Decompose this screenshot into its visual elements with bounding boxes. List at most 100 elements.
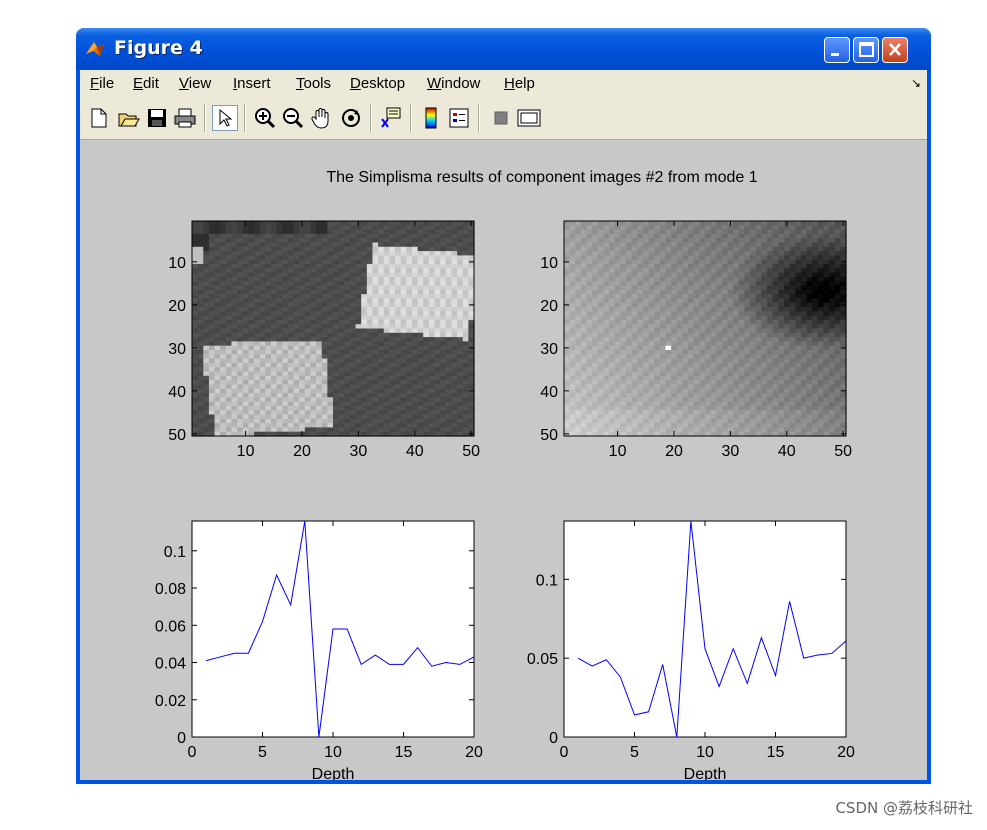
maximize-icon (859, 42, 874, 57)
menu-view[interactable]: View (179, 75, 211, 92)
toolbar-separator (410, 104, 412, 132)
menu-window-mnemonic: W (427, 75, 442, 92)
menu-edit[interactable]: Edit (133, 75, 159, 92)
rotate-3d-icon[interactable] (338, 105, 364, 131)
menu-help-label: elp (514, 75, 535, 92)
y-tick-label: 50 (168, 427, 186, 444)
figure-canvas[interactable]: 10 20 30 40 50 10 20 30 40 50 10 20 30 40 50 10 20 30 40 50… (80, 140, 927, 780)
toolbar-separator (244, 104, 246, 132)
x-tick-label: 20 (837, 744, 855, 761)
maximize-button[interactable] (853, 37, 879, 63)
y-tick-label: 0.04 (155, 656, 186, 673)
x-tick-label: 30 (721, 443, 739, 460)
y-tick-label: 0.05 (527, 651, 558, 668)
menu-view-label: iew (188, 75, 212, 92)
menu-tools[interactable]: Tools (296, 75, 331, 92)
toolbar-separator (370, 104, 372, 132)
y-tick-label: 30 (540, 341, 558, 358)
x-tick-label: 15 (395, 744, 413, 761)
y-tick-label: 20 (168, 298, 186, 315)
x-tick-label: 0 (560, 744, 569, 761)
menu-file-label: ile (99, 75, 115, 92)
dock-arrow-icon[interactable]: ↘ (911, 76, 921, 90)
y-tick-label: 0 (549, 730, 558, 747)
menu-insert-label: nsert (237, 75, 271, 92)
minimize-button[interactable] (824, 37, 850, 63)
menu-view-mnemonic: V (179, 75, 189, 92)
watermark: CSDN @荔枝科研社 (835, 799, 973, 817)
menu-edit-mnemonic: E (133, 75, 144, 92)
x-tick-label: 10 (324, 744, 342, 761)
figure-window: Figure 4 File Edit View Insert Tools Des… (76, 28, 931, 784)
x-tick-label: 50 (462, 443, 480, 460)
menu-desktop[interactable]: Desktop (350, 75, 405, 92)
menu-desktop-mnemonic: D (350, 75, 361, 92)
menu-help[interactable]: Help (504, 75, 535, 92)
close-icon (889, 43, 901, 56)
toolbar-separator (478, 104, 480, 132)
x-tick-label: 10 (609, 443, 627, 460)
open-folder-icon[interactable] (116, 105, 142, 131)
pan-hand-icon[interactable] (308, 105, 334, 131)
y-tick-label: 0.1 (536, 572, 558, 589)
colorbar-icon[interactable] (418, 105, 444, 131)
window-title: Figure 4 (114, 37, 203, 59)
x-tick-label: 40 (406, 443, 424, 460)
minimize-icon (831, 53, 839, 56)
x-tick-label: 30 (349, 443, 367, 460)
hide-plot-tools-icon[interactable] (488, 105, 514, 131)
toolbar-separator (204, 104, 206, 132)
x-tick-label: 20 (465, 744, 483, 761)
zoom-in-icon[interactable] (252, 105, 278, 131)
save-icon[interactable] (144, 105, 170, 131)
y-tick-label: 20 (540, 298, 558, 315)
menu-window-label: indow (441, 75, 481, 92)
menu-help-mnemonic: H (504, 75, 515, 92)
x-tick-label: 10 (237, 443, 255, 460)
print-icon[interactable] (172, 105, 198, 131)
x-tick-label: 20 (665, 443, 683, 460)
figure-plot-area[interactable]: 10 20 30 40 50102030405010 20 30 40 501020304050… (80, 140, 927, 780)
menu-bar: File Edit View Insert Tools Desktop Wind… (80, 70, 927, 98)
y-tick-label: 0.02 (155, 693, 186, 710)
legend-icon[interactable] (446, 105, 472, 131)
y-tick-label: 10 (540, 255, 558, 272)
menu-tools-mnemonic: T (296, 75, 304, 92)
axes-frame-4 (563, 520, 847, 738)
menu-edit-label: dit (143, 75, 159, 92)
close-button[interactable] (882, 37, 908, 63)
matlab-logo-icon (86, 42, 104, 56)
menu-insert[interactable]: Insert (233, 75, 271, 92)
pointer-icon[interactable] (212, 105, 238, 131)
y-tick-label: 40 (168, 384, 186, 401)
y-tick-label: 10 (168, 255, 186, 272)
new-file-icon[interactable] (86, 105, 112, 131)
y-tick-label: 0.06 (155, 618, 186, 635)
x-axis-label: Depth (312, 766, 355, 780)
x-tick-label: 15 (767, 744, 785, 761)
data-cursor-icon[interactable] (378, 105, 404, 131)
y-tick-label: 0.08 (155, 581, 186, 598)
x-tick-label: 40 (778, 443, 796, 460)
title-bar[interactable]: Figure 4 (76, 28, 931, 70)
show-plot-tools-icon[interactable] (516, 105, 542, 131)
x-tick-label: 5 (630, 744, 639, 761)
x-tick-label: 50 (834, 443, 852, 460)
menu-tools-label: ools (303, 75, 332, 92)
y-tick-label: 50 (540, 427, 558, 444)
y-tick-label: 0 (177, 730, 186, 747)
figure-title: The Simplisma results of component image… (326, 169, 757, 186)
y-tick-label: 30 (168, 341, 186, 358)
x-axis-label: Depth (684, 766, 727, 780)
x-tick-label: 0 (188, 744, 197, 761)
x-tick-label: 20 (293, 443, 311, 460)
y-tick-label: 0.1 (164, 544, 186, 561)
toolbar (80, 98, 927, 140)
menu-desktop-label: esktop (360, 75, 406, 92)
menu-window[interactable]: Window (427, 75, 480, 92)
y-tick-label: 40 (540, 384, 558, 401)
x-tick-label: 5 (258, 744, 267, 761)
zoom-out-icon[interactable] (280, 105, 306, 131)
x-tick-label: 10 (696, 744, 714, 761)
menu-file[interactable]: File (90, 75, 114, 92)
